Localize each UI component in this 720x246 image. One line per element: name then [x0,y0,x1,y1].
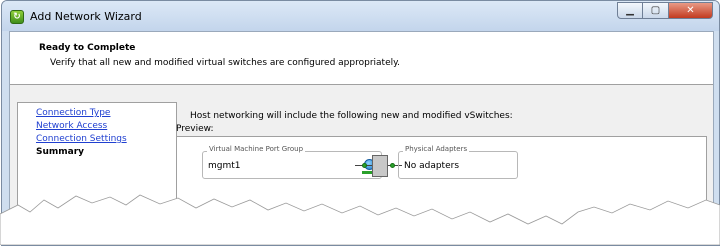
page-title: Ready to Complete [39,43,136,53]
wizard-steps-nav: Connection Type Network Access Connectio… [17,102,177,245]
vswitch-icon [372,155,388,177]
preview-panel: Virtual Machine Port Group mgmt1 Physica… [176,136,707,245]
adapter-connector-dot [390,163,395,168]
minimize-icon: ▁ [626,5,634,16]
port-group-connector-dot [362,163,367,168]
title-bar[interactable]: ↻ Add Network Wizard ▁ ▢ ✕ [2,1,719,31]
vsphere-wizard-icon: ↻ [10,10,24,24]
nav-step-summary: Summary [36,147,85,157]
window-controls: ▁ ▢ ✕ [617,2,713,20]
close-icon: ✕ [686,5,695,16]
minimize-button[interactable]: ▁ [617,2,643,19]
physical-adapters-legend: Physical Adapters [403,145,470,153]
window-title: Add Network Wizard [30,10,142,23]
physical-adapters-value: No adapters [404,161,460,171]
maximize-icon: ▢ [650,5,661,16]
wizard-client-area: Ready to Complete Verify that all new an… [9,31,714,245]
port-group-legend: Virtual Machine Port Group [207,145,306,153]
nav-step-connection-type[interactable]: Connection Type [36,108,110,118]
physical-adapters-box: Physical Adapters No adapters [398,145,518,179]
close-button[interactable]: ✕ [669,2,713,19]
nav-step-network-access[interactable]: Network Access [36,121,107,131]
port-group-name: mgmt1 [208,161,241,171]
maximize-button[interactable]: ▢ [643,2,669,19]
wizard-header: Ready to Complete Verify that all new an… [10,32,713,85]
preview-label: Preview: [176,124,214,134]
nav-step-connection-settings[interactable]: Connection Settings [36,134,127,144]
summary-intro-text: Host networking will include the followi… [190,111,513,121]
page-subtitle: Verify that all new and modified virtual… [50,58,401,68]
wizard-window: ↻ Add Network Wizard ▁ ▢ ✕ Ready to Comp… [1,0,720,246]
